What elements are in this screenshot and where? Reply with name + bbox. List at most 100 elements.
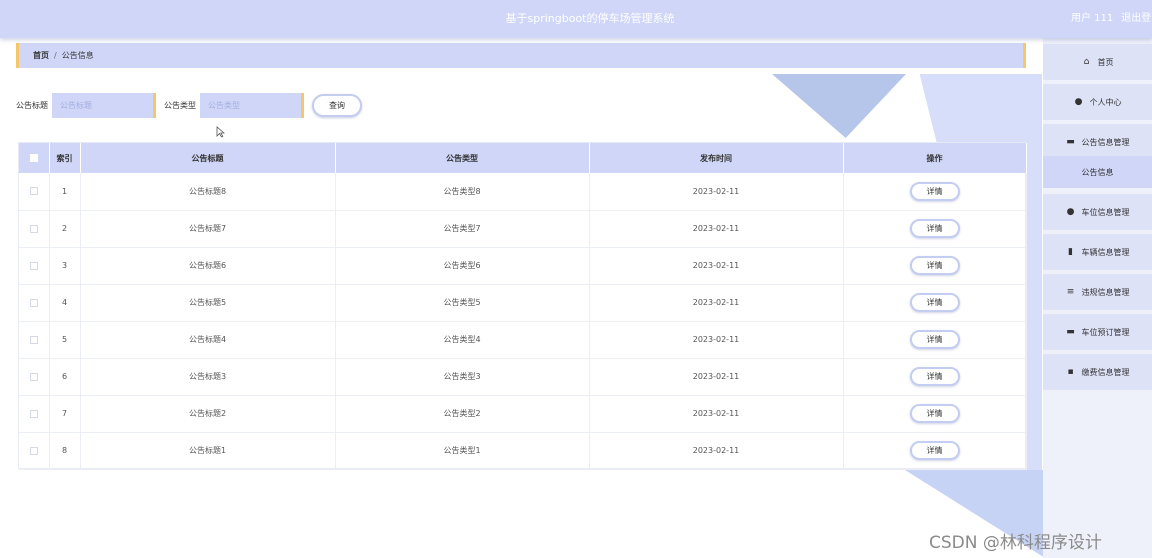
watermark: CSDN @林科程序设计	[929, 533, 1102, 553]
row-time: 2023-02-11	[589, 395, 844, 432]
table-body: 1 公告标题8 公告类型8 2023-02-11 详情 2 公告标题7 公告类型7 2023-0…	[19, 173, 1027, 469]
row-index: 8	[49, 432, 81, 469]
row-type: 公告类型8	[335, 173, 590, 210]
table-row: 7 公告标题2 公告类型2 2023-02-11 详情	[19, 395, 1027, 432]
row-title: 公告标题5	[80, 284, 336, 321]
sidebar-item-7[interactable]: ▬ 车位预订管理	[1043, 314, 1152, 350]
row-title: 公告标题2	[80, 395, 336, 432]
row-checkbox[interactable]	[29, 224, 38, 233]
grid-icon: ▪	[1067, 367, 1074, 377]
sidebar-item-4[interactable]: ● 车位信息管理	[1043, 194, 1152, 230]
detail-button[interactable]: 详情	[909, 441, 960, 460]
type-search-label: 公告类型	[164, 100, 196, 110]
row-select-cell	[19, 210, 50, 247]
sidebar-item-label: 首页	[1097, 57, 1114, 67]
row-select-cell	[19, 284, 50, 321]
row-time: 2023-02-11	[589, 321, 844, 358]
row-time: 2023-02-11	[589, 284, 844, 321]
sidebar-item-6[interactable]: ≡ 违规信息管理	[1043, 274, 1152, 310]
row-type: 公告类型7	[335, 210, 590, 247]
column-header-index: 索引	[49, 143, 81, 173]
user-icon: ●	[1074, 97, 1083, 107]
row-title: 公告标题8	[80, 173, 336, 210]
detail-button[interactable]: 详情	[909, 181, 960, 201]
logout-link[interactable]: 退出登录	[1121, 13, 1152, 24]
table-header-row: 索引 公告标题 公告类型 发布时间 操作	[19, 143, 1027, 173]
row-index: 6	[49, 358, 81, 395]
row-index: 1	[49, 173, 81, 210]
select-all-checkbox[interactable]	[29, 154, 38, 162]
column-header-type: 公告类型	[335, 143, 590, 173]
app-title: 基于springboot的停车场管理系统	[505, 12, 675, 25]
row-index: 4	[49, 284, 81, 321]
sidebar-item-label: 公告信息	[1081, 167, 1114, 177]
row-checkbox[interactable]	[29, 409, 38, 418]
row-action-cell: 详情	[843, 395, 1027, 432]
row-select-cell	[19, 395, 50, 432]
column-header-time: 发布时间	[589, 143, 844, 173]
query-button[interactable]: 查询	[312, 93, 362, 117]
sidebar-item-0[interactable]: ⌂ 首页	[1043, 44, 1152, 80]
title-search-label: 公告标题	[16, 100, 48, 110]
sidebar-item-5[interactable]: ▮ 车辆信息管理	[1043, 234, 1152, 270]
detail-button[interactable]: 详情	[909, 219, 960, 238]
sidebar-item-label: 车辆信息管理	[1081, 247, 1130, 257]
username-label: 用户 111	[1071, 13, 1114, 24]
app-root: 基于springboot的停车场管理系统 用户 111退出登录 首页/公告信息 …	[0, 0, 1152, 558]
row-title: 公告标题7	[80, 210, 336, 247]
mouse-cursor-icon	[216, 126, 225, 138]
row-type: 公告类型6	[335, 247, 590, 284]
sidebar-item-3[interactable]: 公告信息	[1043, 156, 1152, 188]
row-title: 公告标题6	[80, 247, 336, 284]
user-area: 用户 111 退出登录	[1071, 0, 1152, 38]
row-checkbox[interactable]	[29, 298, 38, 307]
column-header-title: 公告标题	[80, 143, 336, 173]
row-type: 公告类型5	[335, 284, 590, 321]
row-action-cell: 详情	[843, 284, 1027, 321]
breadcrumb-current: 公告信息	[61, 51, 94, 60]
row-action-cell: 详情	[843, 247, 1027, 284]
row-checkbox[interactable]	[29, 261, 38, 270]
person-icon: ●	[1066, 207, 1075, 217]
title-search-input[interactable]	[52, 92, 156, 118]
sidebar-item-label: 个人中心	[1089, 97, 1122, 107]
row-title: 公告标题1	[80, 432, 336, 469]
row-checkbox[interactable]	[29, 372, 38, 381]
row-checkbox[interactable]	[29, 187, 38, 196]
detail-button[interactable]: 详情	[909, 256, 960, 275]
breadcrumb-home[interactable]: 首页	[33, 51, 49, 60]
breadcrumb: 首页 / 公告信息	[16, 43, 1026, 68]
message-icon: ▬	[1066, 327, 1075, 337]
sidebar-item-label: 车位预订管理	[1081, 327, 1130, 337]
row-time: 2023-02-11	[589, 432, 844, 469]
detail-button[interactable]: 详情	[909, 293, 960, 312]
table-row: 2 公告标题7 公告类型7 2023-02-11 详情	[19, 210, 1027, 247]
row-action-cell: 详情	[843, 321, 1027, 358]
row-select-cell	[19, 173, 50, 210]
top-header: 基于springboot的停车场管理系统 用户 111 退出登录	[0, 0, 1152, 38]
detail-button[interactable]: 详情	[909, 404, 960, 423]
table-row: 5 公告标题4 公告类型4 2023-02-11 详情	[19, 321, 1027, 358]
type-search-input[interactable]	[200, 92, 304, 118]
sidebar-item-8[interactable]: ▪ 缴费信息管理	[1043, 354, 1152, 390]
row-index: 2	[49, 210, 81, 247]
row-index: 7	[49, 395, 81, 432]
table-row: 1 公告标题8 公告类型8 2023-02-11 详情	[19, 173, 1027, 210]
table-row: 8 公告标题1 公告类型1 2023-02-11 详情	[19, 432, 1027, 469]
sidebar-item-1[interactable]: ● 个人中心	[1043, 84, 1152, 120]
row-title: 公告标题3	[80, 358, 336, 395]
row-checkbox[interactable]	[29, 446, 38, 455]
row-checkbox[interactable]	[29, 335, 38, 344]
sidebar-item-label: 公告信息管理	[1081, 137, 1130, 147]
row-select-cell	[19, 321, 50, 358]
row-action-cell: 详情	[843, 173, 1027, 210]
row-type: 公告类型4	[335, 321, 590, 358]
breadcrumb-separator: /	[54, 51, 57, 60]
detail-button[interactable]: 详情	[909, 367, 960, 386]
row-time: 2023-02-11	[589, 210, 844, 247]
detail-button[interactable]: 详情	[909, 330, 960, 349]
sidebar-item-2[interactable]: ▬ 公告信息管理	[1043, 124, 1152, 160]
row-action-cell: 详情	[843, 210, 1027, 247]
table-row: 6 公告标题3 公告类型3 2023-02-11 详情	[19, 358, 1027, 395]
row-select-cell	[19, 358, 50, 395]
